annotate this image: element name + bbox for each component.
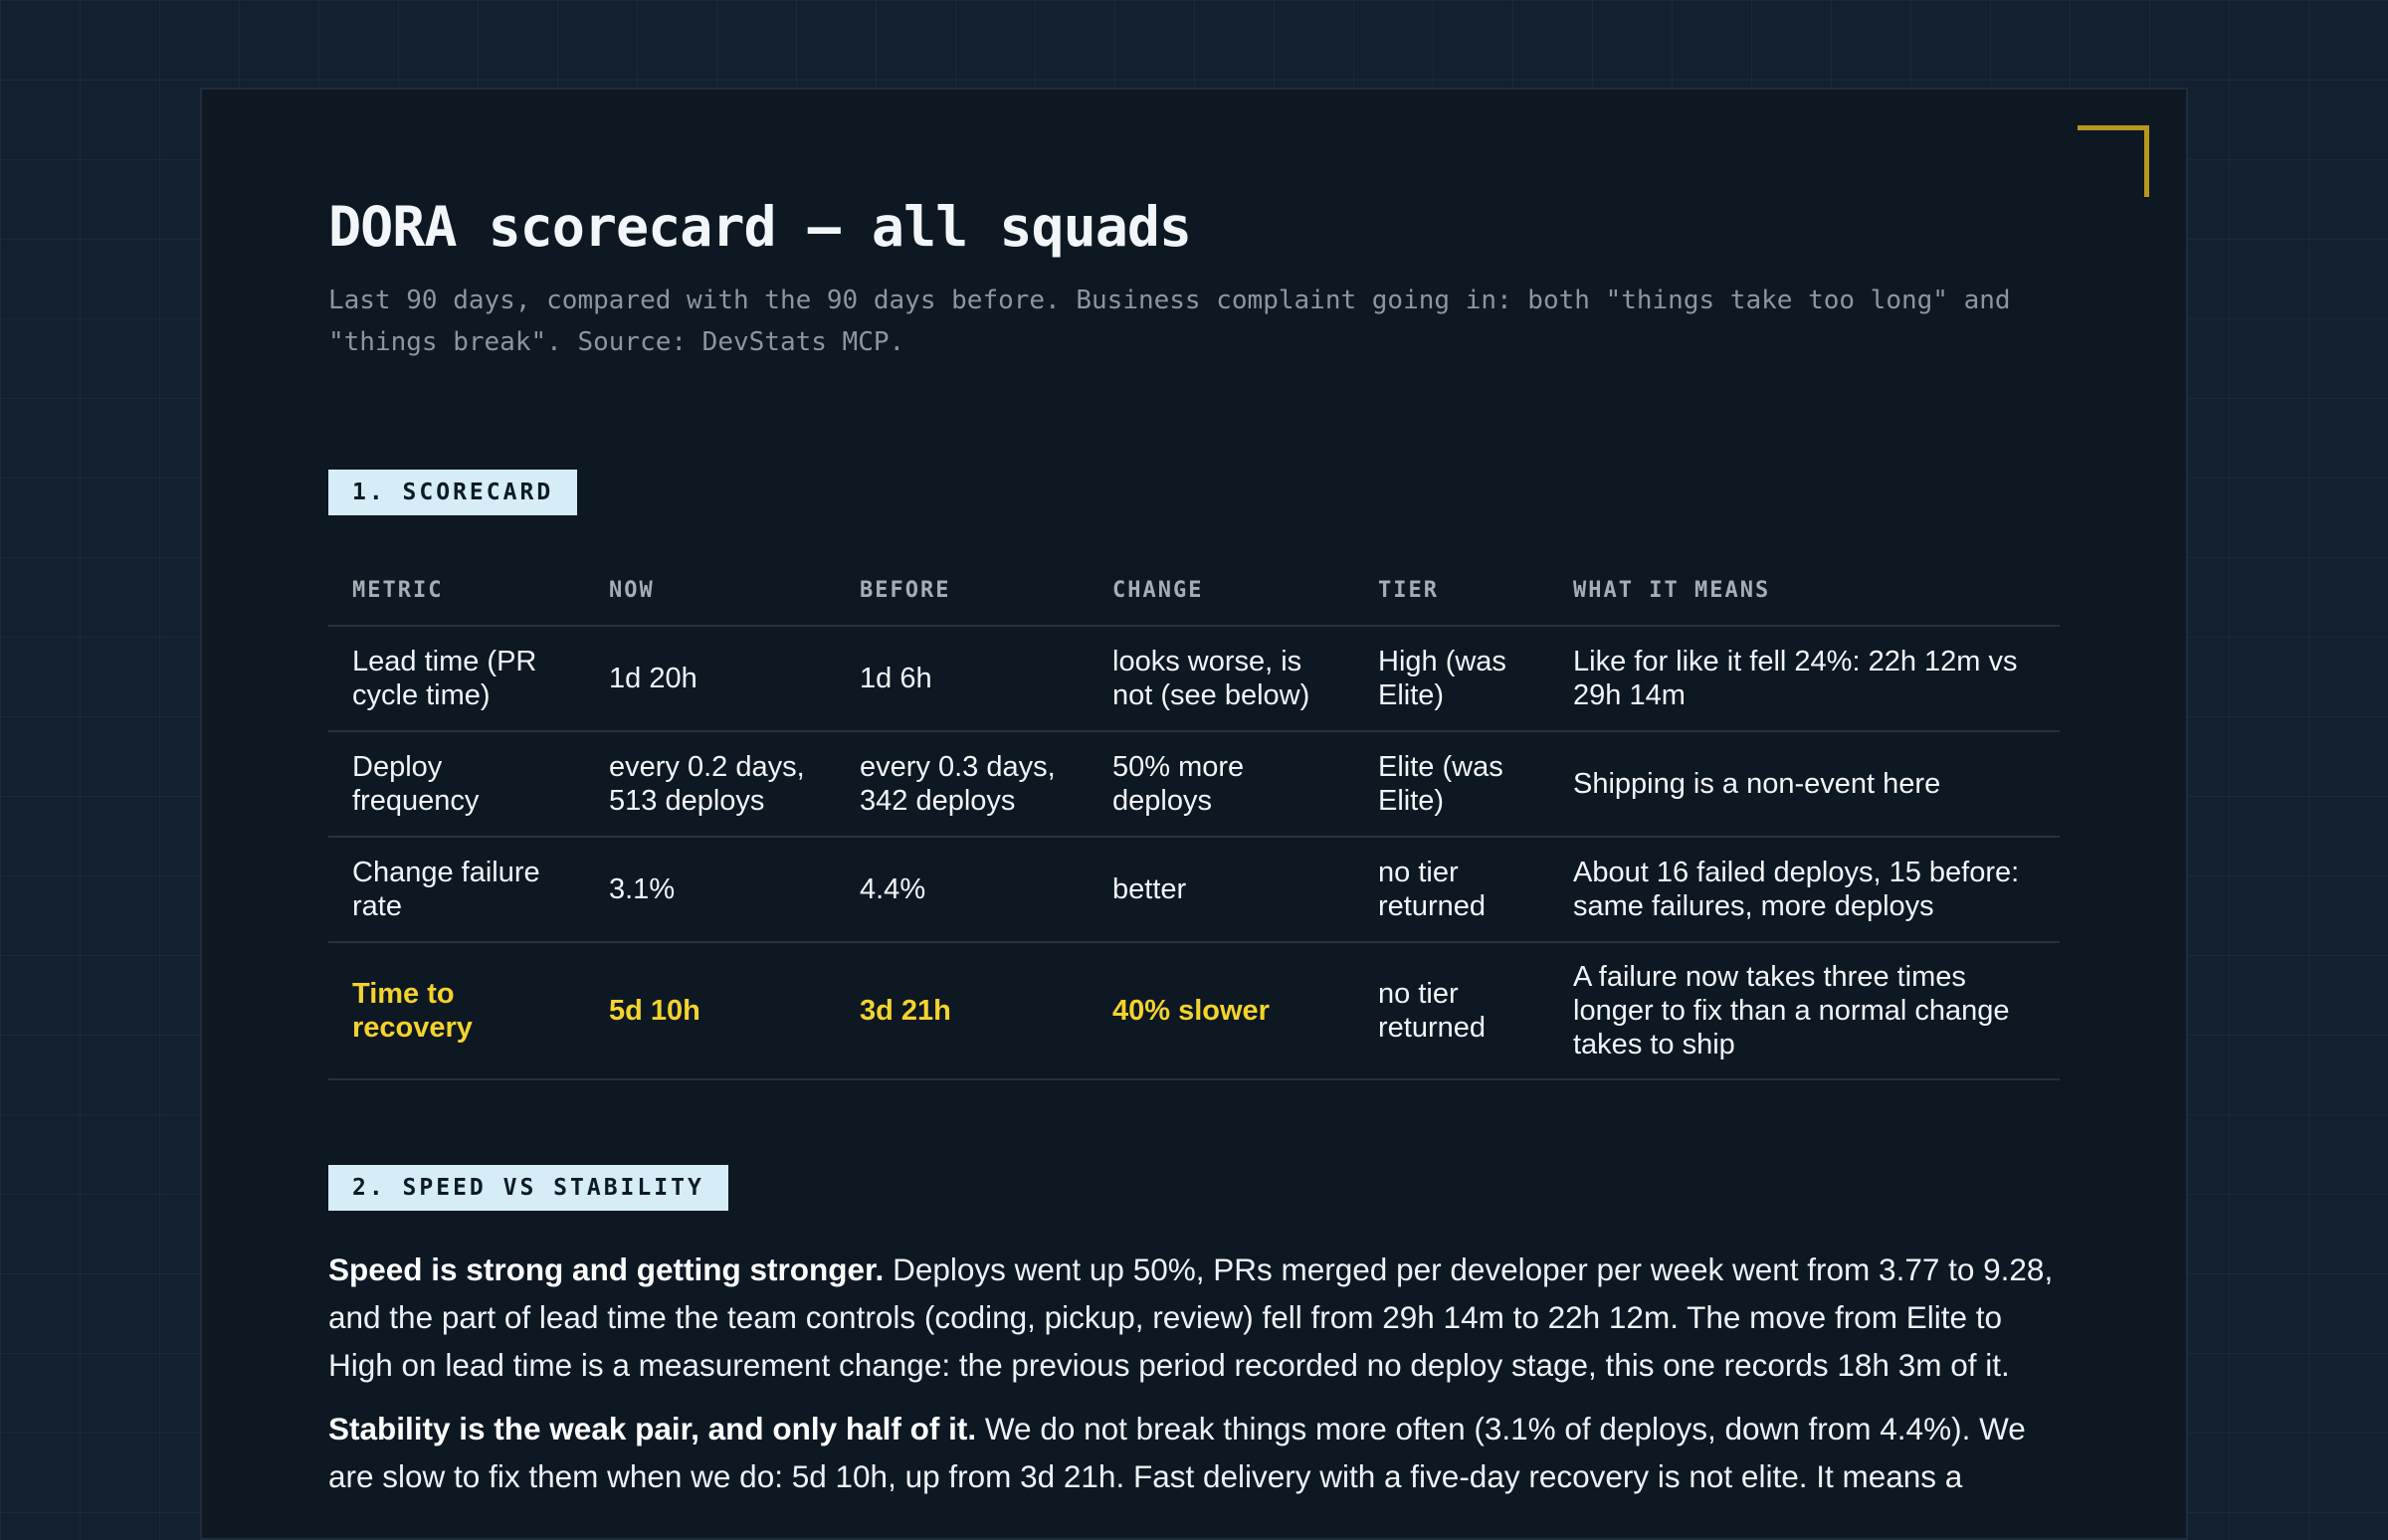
cell-change: 50% more deploys: [1089, 731, 1354, 838]
page-subtitle: Last 90 days, compared with the 90 days …: [328, 286, 2011, 357]
cell-now: 5d 10h: [585, 942, 836, 1080]
corner-bracket-decoration: [2078, 125, 2149, 197]
cell-change: looks worse, is not (see below): [1089, 626, 1354, 732]
cell-now: 1d 20h: [585, 626, 836, 732]
cell-tier: High (was Elite): [1354, 626, 1549, 732]
cell-now: 3.1%: [585, 837, 836, 943]
cell-before: 1d 6h: [836, 626, 1089, 732]
cell-metric: Deploy frequency: [328, 731, 585, 838]
cell-metric: Lead time (PR cycle time): [328, 626, 585, 732]
speed-vs-stability-text: Speed is strong and getting stronger. De…: [328, 1246, 2060, 1516]
cell-change: better: [1089, 837, 1354, 943]
paragraph-lead: Stability is the weak pair, and only hal…: [328, 1411, 977, 1446]
scorecard-table: METRIC NOW BEFORE CHANGE TIER WHAT IT ME…: [328, 557, 2060, 1080]
column-header-change: CHANGE: [1089, 557, 1354, 627]
cell-before: 3d 21h: [836, 942, 1089, 1080]
cell-tier: no tier returned: [1354, 942, 1549, 1080]
page-title: DORA scorecard — all squads: [328, 195, 1192, 259]
cell-meaning: A failure now takes three times longer t…: [1549, 942, 2060, 1080]
paragraph-lead: Speed is strong and getting stronger.: [328, 1251, 885, 1287]
table-row-deploy-frequency: Deploy frequency every 0.2 days, 513 dep…: [328, 731, 2060, 838]
cell-change: 40% slower: [1089, 942, 1354, 1080]
cell-metric: Time to recovery: [328, 942, 585, 1080]
cell-meaning: Shipping is a non-event here: [1549, 731, 2060, 838]
cell-before: 4.4%: [836, 837, 1089, 943]
cell-now: every 0.2 days, 513 deploys: [585, 731, 836, 838]
table-row-lead-time: Lead time (PR cycle time) 1d 20h 1d 6h l…: [328, 626, 2060, 732]
section-label-speed-vs-stability: 2. SPEED VS STABILITY: [328, 1165, 728, 1211]
table-header-row: METRIC NOW BEFORE CHANGE TIER WHAT IT ME…: [328, 557, 2060, 627]
column-header-metric: METRIC: [328, 557, 585, 627]
section-label-scorecard: 1. SCORECARD: [328, 470, 578, 515]
cell-meaning: About 16 failed deploys, 15 before: same…: [1549, 837, 2060, 943]
cell-metric: Change failure rate: [328, 837, 585, 943]
column-header-before: BEFORE: [836, 557, 1089, 627]
column-header-now: NOW: [585, 557, 836, 627]
column-header-meaning: WHAT IT MEANS: [1549, 557, 2060, 627]
cell-before: every 0.3 days, 342 deploys: [836, 731, 1089, 838]
paragraph-stability: Stability is the weak pair, and only hal…: [328, 1405, 2060, 1500]
paragraph-speed: Speed is strong and getting stronger. De…: [328, 1246, 2060, 1389]
column-header-tier: TIER: [1354, 557, 1549, 627]
table-row-change-failure-rate: Change failure rate 3.1% 4.4% better no …: [328, 837, 2060, 943]
cell-tier: Elite (was Elite): [1354, 731, 1549, 838]
cell-tier: no tier returned: [1354, 837, 1549, 943]
table-row-time-to-recovery: Time to recovery 5d 10h 3d 21h 40% slowe…: [328, 942, 2060, 1080]
cell-meaning: Like for like it fell 24%: 22h 12m vs 29…: [1549, 626, 2060, 732]
